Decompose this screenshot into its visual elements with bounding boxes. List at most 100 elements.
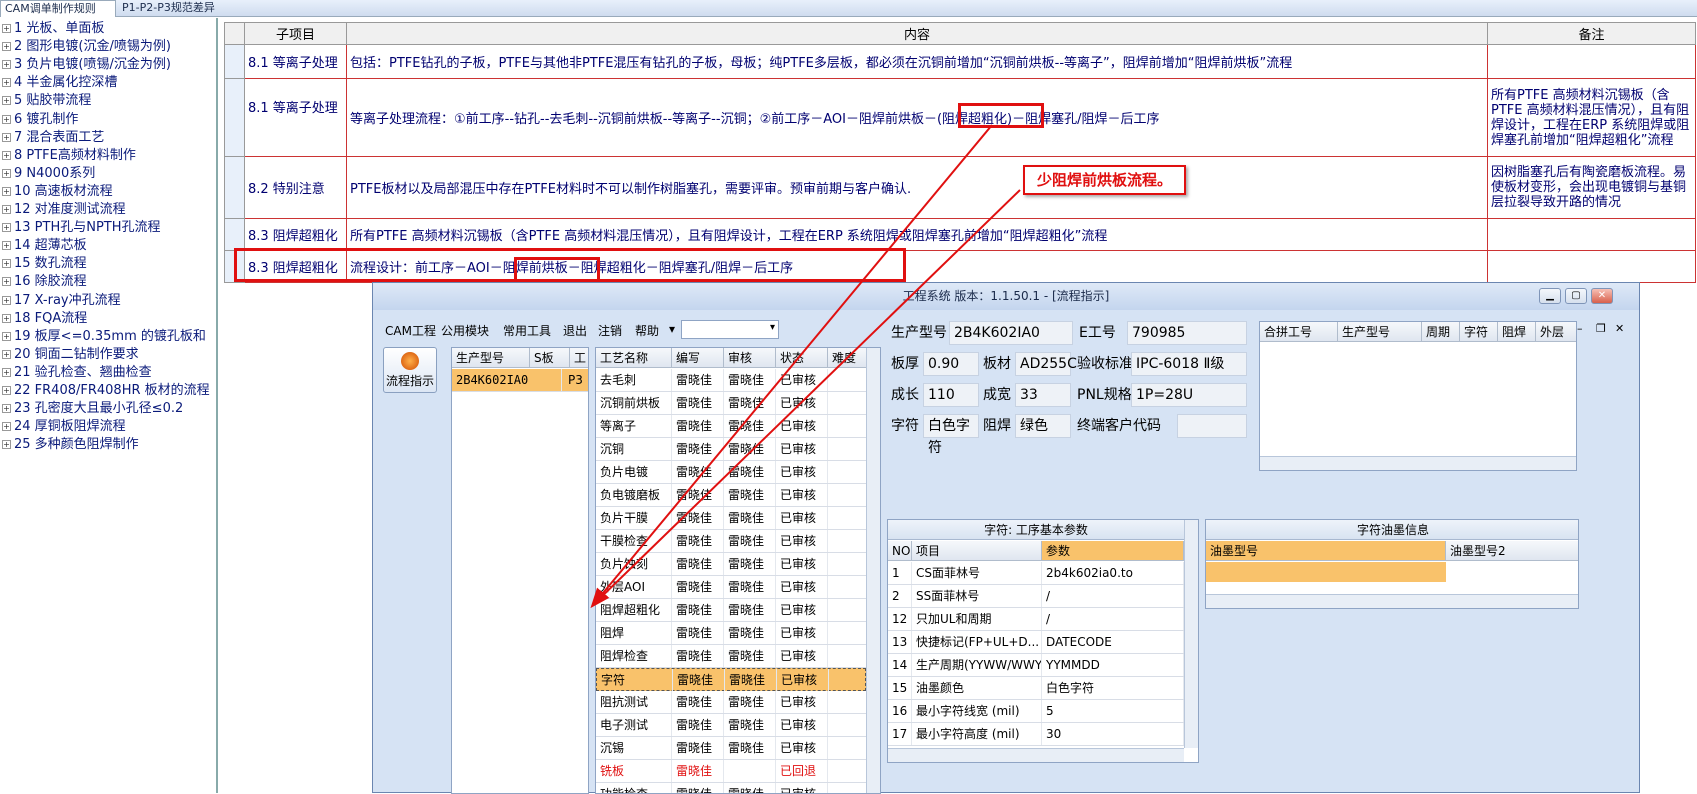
tree-item[interactable]: +18 FQA流程 xyxy=(2,310,87,328)
expand-icon[interactable]: + xyxy=(2,150,11,160)
expand-icon[interactable]: + xyxy=(2,241,11,251)
process-row[interactable]: 等离子 雷晓佳 雷晓佳 已审核 xyxy=(596,415,866,438)
expand-icon[interactable]: + xyxy=(2,132,11,142)
ink-row[interactable] xyxy=(1206,562,1446,582)
expand-icon[interactable]: + xyxy=(2,295,11,305)
tree-item[interactable]: +5 贴胶带流程 xyxy=(2,92,91,110)
process-row[interactable]: 铣板 雷晓佳 已回退 xyxy=(596,760,866,783)
process-row[interactable]: 沉铜 雷晓佳 雷晓佳 已审核 xyxy=(596,438,866,461)
menu-help[interactable]: 帮助 xyxy=(635,322,659,339)
model-field[interactable]: 2B4K602IA0 xyxy=(949,321,1073,345)
process-row[interactable]: 去毛刺 雷晓佳 雷晓佳 已审核 xyxy=(596,369,866,392)
expand-icon[interactable]: + xyxy=(2,24,11,33)
expand-icon[interactable]: + xyxy=(2,96,11,106)
process-row[interactable]: 阻焊超粗化 雷晓佳 雷晓佳 已审核 xyxy=(596,599,866,622)
process-row[interactable]: 沉锡 雷晓佳 雷晓佳 已审核 xyxy=(596,737,866,760)
process-row[interactable]: 阻焊检查 雷晓佳 雷晓佳 已审核 xyxy=(596,645,866,668)
flow-indicator-button[interactable]: 流程指示 xyxy=(383,347,437,393)
menu-public[interactable]: 公用模块 xyxy=(441,322,489,339)
pnl-field[interactable]: 1P=28U xyxy=(1131,383,1247,407)
menu-cam[interactable]: CAM工程 xyxy=(385,322,436,339)
mask-field[interactable]: 绿色 xyxy=(1015,414,1071,438)
expand-icon[interactable]: + xyxy=(2,259,11,269)
ink-scrollbar[interactable] xyxy=(1206,594,1578,608)
expand-icon[interactable]: + xyxy=(2,78,11,88)
material-field[interactable]: AD255C xyxy=(1015,352,1077,376)
param-row[interactable]: 1 CS面菲林号 2b4k602ia0.to xyxy=(888,562,1184,585)
param-row[interactable]: 14 生产周期(YYWW/WWYY) YYMMDD xyxy=(888,654,1184,677)
process-scrollbar[interactable] xyxy=(866,348,880,793)
tree-item[interactable]: +20 铜面二钻制作要求 xyxy=(2,346,139,364)
tree-item[interactable]: +24 厚铜板阻焊流程 xyxy=(2,418,126,436)
tree-item[interactable]: +14 超薄芯板 xyxy=(2,237,87,255)
tree-item[interactable]: +2 图形电镀(沉金/喷锡为例) xyxy=(2,38,171,56)
eno-field[interactable]: 790985 xyxy=(1127,321,1247,345)
minimize-icon[interactable]: ▁ xyxy=(1539,288,1561,304)
thickness-field[interactable]: 0.90 xyxy=(923,352,979,376)
process-row[interactable]: 负片电镀 雷晓佳 雷晓佳 已审核 xyxy=(596,461,866,484)
tree-item[interactable]: +22 FR408/FR408HR 板材的流程 xyxy=(2,382,210,400)
tree-item[interactable]: +16 除胶流程 xyxy=(2,273,87,291)
param-row[interactable]: 17 最小字符高度 (mil) 30 xyxy=(888,723,1184,746)
expand-icon[interactable]: + xyxy=(2,223,11,233)
tree-item[interactable]: +13 PTH孔与NPTH孔流程 xyxy=(2,219,161,237)
tree-item[interactable]: +17 X-ray冲孔流程 xyxy=(2,292,121,310)
expand-icon[interactable]: + xyxy=(2,168,11,178)
process-row[interactable]: 字符 雷晓佳 雷晓佳 已审核 xyxy=(596,668,866,691)
expand-icon[interactable]: + xyxy=(2,313,11,323)
dropdown-icon[interactable]: ▾ xyxy=(669,322,675,336)
expand-icon[interactable]: + xyxy=(2,404,11,414)
close-icon[interactable]: ✕ xyxy=(1591,288,1613,304)
tree-item[interactable]: +23 孔密度大且最小孔径≤0.2 xyxy=(2,400,183,418)
char-field[interactable]: 白色字符 xyxy=(923,414,979,456)
tree-item[interactable]: +19 板厚<=0.35mm 的镀孔板和 xyxy=(2,328,206,346)
width-field[interactable]: 33 xyxy=(1015,383,1071,407)
tree-item[interactable]: +7 混合表面工艺 xyxy=(2,129,104,147)
process-row[interactable]: 电子测试 雷晓佳 雷晓佳 已审核 xyxy=(596,714,866,737)
menu-combo[interactable]: ▾ xyxy=(681,320,779,339)
expand-icon[interactable]: + xyxy=(2,277,11,287)
tree-item[interactable]: +10 高速板材流程 xyxy=(2,183,113,201)
tab-spec-diff[interactable]: P1-P2-P3规范差异 xyxy=(118,0,236,17)
expand-icon[interactable]: + xyxy=(2,205,11,214)
tree-item[interactable]: +15 数孔流程 xyxy=(2,255,87,273)
tree-item[interactable]: +1 光板、单面板 xyxy=(2,20,104,38)
process-row[interactable]: 干膜检查 雷晓佳 雷晓佳 已审核 xyxy=(596,530,866,553)
menu-tools[interactable]: 常用工具 xyxy=(503,322,551,339)
expand-icon[interactable]: + xyxy=(2,42,11,52)
tree-item[interactable]: +12 对准度测试流程 xyxy=(2,201,126,219)
model-row[interactable]: 2B4K602IA0 P3 xyxy=(452,369,588,392)
param-vscroll[interactable] xyxy=(1184,520,1198,748)
param-row[interactable]: 13 快捷标记(FP+UL+D... DATECODE xyxy=(888,631,1184,654)
client-field[interactable] xyxy=(1177,414,1247,438)
standard-field[interactable]: IPC-6018 Ⅱ级 xyxy=(1131,352,1247,376)
process-row[interactable]: 负片干膜 雷晓佳 雷晓佳 已审核 xyxy=(596,507,866,530)
expand-icon[interactable]: + xyxy=(2,186,11,196)
process-row[interactable]: 负片蚀刻 雷晓佳 雷晓佳 已审核 xyxy=(596,553,866,576)
tree-item[interactable]: +3 负片电镀(喷锡/沉金为例) xyxy=(2,56,171,74)
param-row[interactable]: 16 最小字符线宽 (mil) 5 xyxy=(888,700,1184,723)
process-row[interactable]: 功能检查 雷晓佳 雷晓佳 已审核 xyxy=(596,783,866,793)
tree-item[interactable]: +25 多种颜色阻焊制作 xyxy=(2,436,139,454)
expand-icon[interactable]: + xyxy=(2,422,11,432)
expand-icon[interactable]: + xyxy=(2,386,11,395)
maximize-icon[interactable]: ▢ xyxy=(1565,288,1587,304)
expand-icon[interactable]: + xyxy=(2,60,11,70)
process-row[interactable]: 阻焊 雷晓佳 雷晓佳 已审核 xyxy=(596,622,866,645)
expand-icon[interactable]: + xyxy=(2,440,11,450)
process-row[interactable]: 外层AOI 雷晓佳 雷晓佳 已审核 xyxy=(596,576,866,599)
expand-icon[interactable]: + xyxy=(2,349,11,359)
tree-item[interactable]: +21 验孔检查、翘曲检查 xyxy=(2,364,152,382)
tab-cam-rules[interactable]: CAM调单制作规则 xyxy=(0,0,116,17)
expand-icon[interactable]: + xyxy=(2,367,11,377)
expand-icon[interactable]: + xyxy=(2,331,11,341)
process-row[interactable]: 负电镀磨板 雷晓佳 雷晓佳 已审核 xyxy=(596,484,866,507)
tree-item[interactable]: +8 PTFE高频材料制作 xyxy=(2,147,136,165)
tree-item[interactable]: +4 半金属化控深槽 xyxy=(2,74,117,92)
menu-logout[interactable]: 注销 xyxy=(598,322,622,339)
param-row[interactable]: 12 只加UL和周期 / xyxy=(888,608,1184,631)
process-row[interactable]: 沉铜前烘板 雷晓佳 雷晓佳 已审核 xyxy=(596,392,866,415)
param-row[interactable]: 2 SS面菲林号 / xyxy=(888,585,1184,608)
expand-icon[interactable]: + xyxy=(2,114,11,124)
param-row[interactable]: 15 油墨颜色 白色字符 xyxy=(888,677,1184,700)
